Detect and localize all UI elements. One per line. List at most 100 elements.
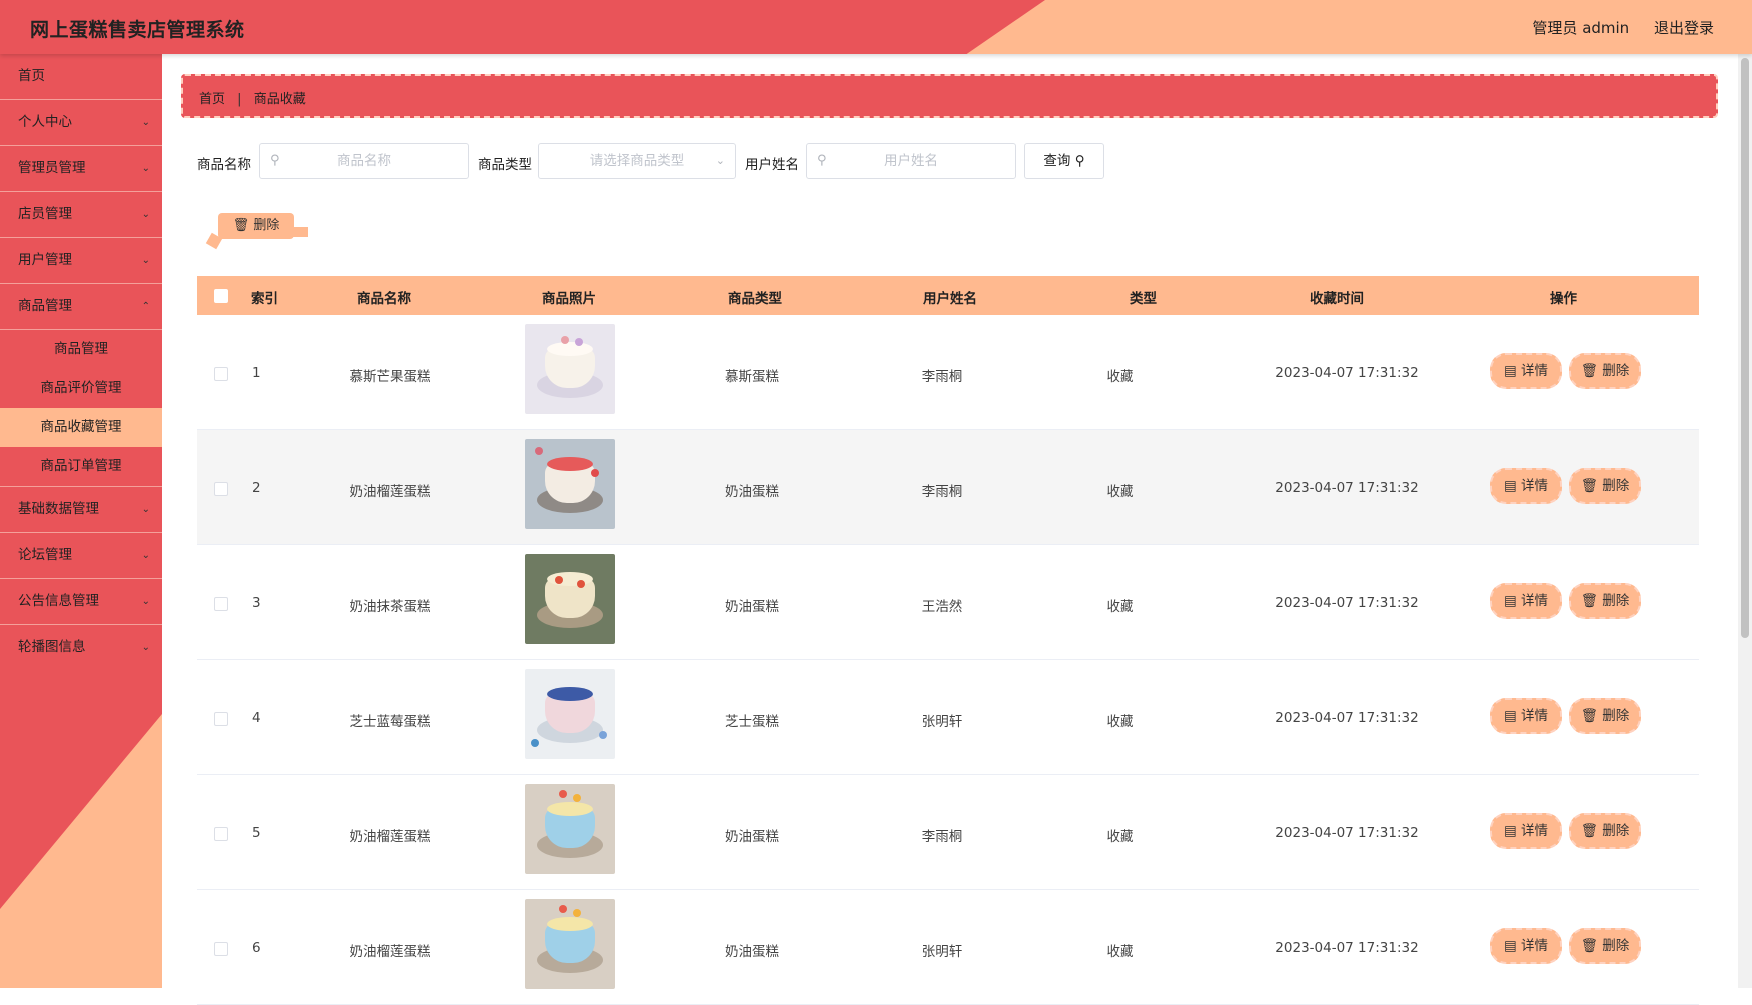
logout-link[interactable]: 退出登录 xyxy=(1654,19,1714,37)
chevron-down-icon: ⌄ xyxy=(141,209,150,220)
product-name-placeholder: 商品名称 xyxy=(337,153,391,169)
row-product-type: 奶油蛋糕 xyxy=(725,944,779,960)
sidebar-subitem-product-manage[interactable]: 商品管理 xyxy=(0,330,162,369)
row-index: 1 xyxy=(252,365,261,381)
row-kind: 收藏 xyxy=(1106,484,1134,500)
trash-icon: 🗑 xyxy=(1580,363,1598,379)
delete-button[interactable]: 🗑 删除 xyxy=(1569,698,1641,734)
product-name-label: 商品名称 xyxy=(197,157,251,173)
search-form: 商品名称 ⚲ 商品名称 商品类型 请选择商品类型 ⌄ 用户姓名 ⚲ 用户姓名 查… xyxy=(197,143,1197,179)
col-product-name: 商品名称 xyxy=(357,291,411,307)
query-label: 查询 xyxy=(1043,153,1071,169)
delete-label: 删除 xyxy=(1602,593,1630,609)
app-title: 网上蛋糕售卖店管理系统 xyxy=(30,19,245,41)
row-product-name: 芝士蓝莓蛋糕 xyxy=(349,714,431,730)
delete-label: 删除 xyxy=(1602,823,1630,839)
detail-button[interactable]: ▤ 详情 xyxy=(1490,468,1562,504)
table-row: 4 芝士蓝莓蛋糕 芝士蛋糕 张明轩 收藏 2023-04-07 17:31:32… xyxy=(197,660,1699,775)
chevron-down-icon: ⌄ xyxy=(715,154,725,167)
select-all-checkbox[interactable] xyxy=(214,289,228,303)
delete-label: 删除 xyxy=(1602,478,1630,494)
sidebar-item-products[interactable]: 商品管理 ⌃ xyxy=(0,284,162,330)
sidebar-item-admins[interactable]: 管理员管理 ⌄ xyxy=(0,146,162,192)
detail-button[interactable]: ▤ 详情 xyxy=(1490,813,1562,849)
table-header: 索引 商品名称 商品照片 商品类型 用户姓名 类型 收藏时间 操作 xyxy=(197,276,1699,315)
table-row: 2 奶油榴莲蛋糕 奶油蛋糕 李雨桐 收藏 2023-04-07 17:31:32… xyxy=(197,430,1699,545)
sidebar-item-notices[interactable]: 公告信息管理 ⌄ xyxy=(0,579,162,625)
row-user-name: 王浩然 xyxy=(921,599,963,615)
row-index: 5 xyxy=(252,825,261,841)
sidebar-subitem-product-orders[interactable]: 商品订单管理 xyxy=(0,447,162,487)
bulk-delete-button[interactable]: 🗑 删除 xyxy=(218,213,308,239)
row-kind: 收藏 xyxy=(1106,944,1134,960)
sidebar-item-label: 个人中心 xyxy=(18,114,72,130)
sidebar-item-home[interactable]: 首页 xyxy=(0,54,162,100)
detail-label: 详情 xyxy=(1521,823,1549,839)
row-checkbox[interactable] xyxy=(214,367,228,381)
sidebar-item-label: 商品管理 xyxy=(18,298,72,314)
sidebar-subitem-label: 商品管理 xyxy=(54,341,108,357)
row-index: 3 xyxy=(252,595,261,611)
product-photo xyxy=(525,899,615,989)
row-user-name: 张明轩 xyxy=(921,944,963,960)
trash-icon: 🗑 xyxy=(1580,708,1598,724)
page-scrollbar[interactable] xyxy=(1738,54,1752,988)
row-kind: 收藏 xyxy=(1106,829,1134,845)
row-favorite-time: 2023-04-07 17:31:32 xyxy=(1275,595,1419,611)
detail-button[interactable]: ▤ 详情 xyxy=(1490,353,1562,389)
chevron-down-icon: ⌄ xyxy=(141,117,150,128)
scrollbar-thumb[interactable] xyxy=(1741,58,1749,638)
bulk-delete-label: 删除 xyxy=(253,218,280,233)
sidebar-subitem-product-reviews[interactable]: 商品评价管理 xyxy=(0,369,162,408)
query-button[interactable]: 查询 ⚲ xyxy=(1024,143,1104,179)
row-checkbox[interactable] xyxy=(214,827,228,841)
delete-button[interactable]: 🗑 删除 xyxy=(1569,353,1641,389)
sidebar-item-basic-data[interactable]: 基础数据管理 ⌄ xyxy=(0,487,162,533)
user-name-input[interactable]: ⚲ 用户姓名 xyxy=(806,143,1016,179)
row-checkbox[interactable] xyxy=(214,482,228,496)
row-checkbox[interactable] xyxy=(214,942,228,956)
sidebar-item-forum[interactable]: 论坛管理 ⌄ xyxy=(0,533,162,579)
sidebar-item-label: 首页 xyxy=(18,68,45,84)
sidebar-item-label: 店员管理 xyxy=(18,206,72,222)
delete-button[interactable]: 🗑 删除 xyxy=(1569,928,1641,964)
row-user-name: 张明轩 xyxy=(921,714,963,730)
col-product-type: 商品类型 xyxy=(728,291,782,307)
col-product-photo: 商品照片 xyxy=(542,291,596,307)
delete-button[interactable]: 🗑 删除 xyxy=(1569,468,1641,504)
product-photo xyxy=(525,324,615,414)
trash-icon: 🗑 xyxy=(1580,593,1598,609)
sidebar-menu: 首页 个人中心 ⌄ 管理员管理 ⌄ 店员管理 ⌄ 用户管理 ⌄ 商品管理 ⌃ 商… xyxy=(0,54,162,670)
table-row: 5 奶油榴莲蛋糕 奶油蛋糕 李雨桐 收藏 2023-04-07 17:31:32… xyxy=(197,775,1699,890)
breadcrumb-home[interactable]: 首页 xyxy=(199,92,225,107)
detail-label: 详情 xyxy=(1521,478,1549,494)
sidebar-item-label: 轮播图信息 xyxy=(18,639,86,655)
sidebar-subitem-product-favorites[interactable]: 商品收藏管理 xyxy=(0,408,162,447)
detail-button[interactable]: ▤ 详情 xyxy=(1490,698,1562,734)
row-favorite-time: 2023-04-07 17:31:32 xyxy=(1275,480,1419,496)
row-index: 6 xyxy=(252,940,261,956)
user-name-placeholder: 用户姓名 xyxy=(884,153,938,169)
sidebar-item-staff[interactable]: 店员管理 ⌄ xyxy=(0,192,162,238)
row-checkbox[interactable] xyxy=(214,712,228,726)
row-checkbox[interactable] xyxy=(214,597,228,611)
product-name-input[interactable]: ⚲ 商品名称 xyxy=(259,143,469,179)
detail-button[interactable]: ▤ 详情 xyxy=(1490,928,1562,964)
sidebar-item-users[interactable]: 用户管理 ⌄ xyxy=(0,238,162,284)
delete-button[interactable]: 🗑 删除 xyxy=(1569,583,1641,619)
row-kind: 收藏 xyxy=(1106,714,1134,730)
product-type-label: 商品类型 xyxy=(478,157,532,173)
sidebar-item-profile[interactable]: 个人中心 ⌄ xyxy=(0,100,162,146)
delete-button[interactable]: 🗑 删除 xyxy=(1569,813,1641,849)
row-product-name: 奶油榴莲蛋糕 xyxy=(349,829,431,845)
row-user-name: 李雨桐 xyxy=(921,829,963,845)
detail-button[interactable]: ▤ 详情 xyxy=(1490,583,1562,619)
sidebar-item-carousel[interactable]: 轮播图信息 ⌄ xyxy=(0,625,162,670)
product-type-select[interactable]: 请选择商品类型 ⌄ xyxy=(538,143,736,179)
row-product-name: 奶油抹茶蛋糕 xyxy=(349,599,431,615)
current-user: 管理员 admin xyxy=(1532,19,1630,37)
trash-icon: 🗑 xyxy=(1580,938,1598,954)
row-kind: 收藏 xyxy=(1106,369,1134,385)
chevron-down-icon: ⌄ xyxy=(141,550,150,561)
row-favorite-time: 2023-04-07 17:31:32 xyxy=(1275,365,1419,381)
